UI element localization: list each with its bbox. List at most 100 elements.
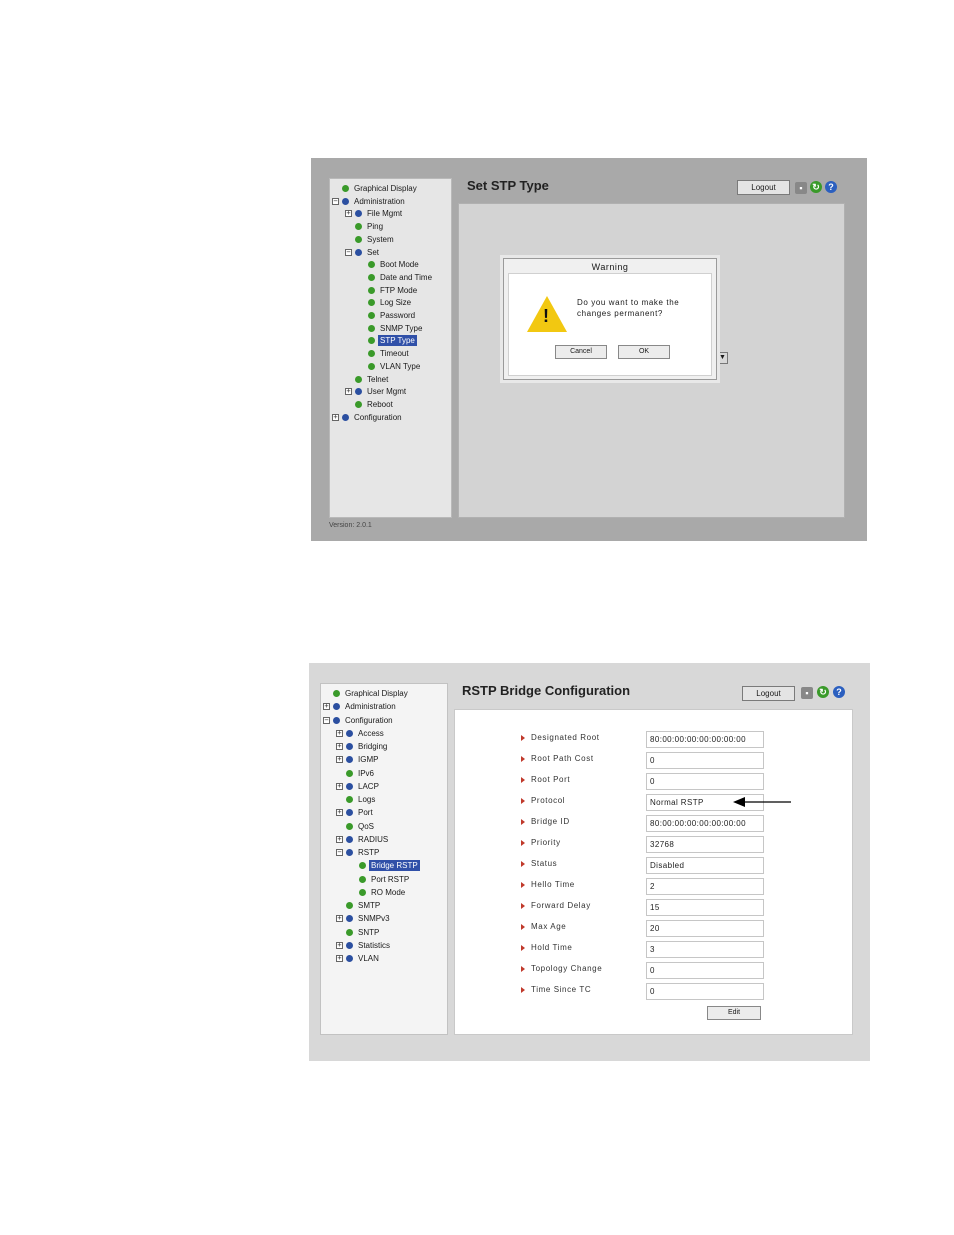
collapse-icon[interactable]: −	[332, 197, 339, 205]
tree-item-label: Configuration	[354, 412, 402, 422]
tree-item-radius[interactable]: + RADIUS	[336, 834, 390, 845]
expand-icon[interactable]: +	[336, 955, 343, 962]
logout-button[interactable]: Logout	[737, 180, 790, 195]
folder-icon	[346, 743, 353, 750]
expand-icon[interactable]: +	[336, 809, 343, 817]
tree-item-graphical-display[interactable]: Graphical Display	[323, 688, 410, 699]
tree-item-telnet[interactable]: Telnet	[345, 374, 390, 385]
expand-icon[interactable]: +	[345, 210, 352, 218]
tree-item-smtp[interactable]: SMTP	[336, 900, 382, 911]
page-icon	[368, 299, 375, 307]
expand-icon[interactable]: +	[336, 756, 343, 764]
save-icon[interactable]: ▪	[795, 182, 807, 194]
tree-item-configuration[interactable]: + Configuration	[332, 412, 404, 423]
expand-icon[interactable]: +	[336, 782, 343, 790]
tree-item-label: VLAN Type	[380, 361, 421, 371]
field-row-time-since-tc: Time Since TC 0	[521, 983, 781, 1000]
field-row-root-path-cost: Root Path Cost 0	[521, 752, 781, 769]
bullet-icon	[521, 840, 525, 846]
tree-item-bridging[interactable]: + Bridging	[336, 741, 389, 752]
logout-button[interactable]: Logout	[742, 686, 795, 701]
help-icon[interactable]: ?	[833, 686, 845, 698]
tree-item-label: LACP	[358, 781, 379, 791]
expand-icon[interactable]: +	[336, 729, 343, 737]
tree-item-administration[interactable]: + Administration	[323, 701, 398, 712]
tree-item-qos[interactable]: QoS	[336, 821, 376, 832]
tree-item-igmp[interactable]: + IGMP	[336, 754, 380, 765]
tree-item-reboot[interactable]: Reboot	[345, 399, 395, 410]
tree-item-ro-mode[interactable]: RO Mode	[349, 887, 407, 898]
tree-item-rstp[interactable]: − RSTP	[336, 847, 381, 858]
tree-item-administration[interactable]: − Administration	[332, 196, 407, 207]
tree-item-label: Date and Time	[380, 272, 433, 282]
field-label: Hello Time	[531, 880, 575, 889]
tree-item-configuration[interactable]: − Configuration	[323, 715, 395, 726]
expand-icon[interactable]: +	[332, 413, 339, 421]
tree-item-set[interactable]: − Set	[345, 247, 381, 258]
bullet-icon	[521, 756, 525, 762]
collapse-icon[interactable]: −	[345, 248, 352, 256]
collapse-icon[interactable]: −	[336, 849, 343, 856]
bullet-icon	[521, 798, 525, 804]
tree-item-label: Configuration	[345, 715, 393, 725]
tree-item-ping[interactable]: Ping	[345, 221, 385, 232]
tree-item-statistics[interactable]: + Statistics	[336, 940, 392, 951]
help-icon[interactable]: ?	[825, 181, 837, 193]
field-row-forward-delay: Forward Delay 15	[521, 899, 781, 916]
field-label: Hold Time	[531, 943, 573, 952]
folder-icon	[346, 756, 353, 764]
tree-item-graphical-display[interactable]: Graphical Display	[332, 183, 419, 194]
tree-item-vlan-type[interactable]: VLAN Type	[358, 361, 422, 372]
expand-icon[interactable]: +	[336, 915, 343, 923]
tree-item-ftp-mode[interactable]: FTP Mode	[358, 285, 419, 296]
collapse-icon[interactable]: −	[323, 716, 330, 724]
page-icon	[355, 223, 362, 231]
tree-item-snmp-type[interactable]: SNMP Type	[358, 323, 424, 334]
expand-icon[interactable]: +	[336, 835, 343, 843]
tree-item-stp-type[interactable]: STP Type	[358, 335, 417, 347]
expand-icon[interactable]: +	[323, 703, 330, 711]
tree-item-user-mgmt[interactable]: + User Mgmt	[345, 386, 408, 397]
field-label: Root Path Cost	[531, 754, 594, 763]
tree-item-timeout[interactable]: Timeout	[358, 348, 411, 359]
bullet-icon	[521, 966, 525, 972]
bullet-icon	[521, 777, 525, 783]
tree-item-ipv6[interactable]: IPv6	[336, 768, 376, 779]
tree-item-port[interactable]: + Port	[336, 807, 375, 818]
field-value: 0	[646, 962, 764, 979]
field-value: 0	[646, 752, 764, 769]
expand-icon[interactable]: +	[336, 743, 343, 750]
folder-icon	[346, 915, 353, 923]
tree-item-boot-mode[interactable]: Boot Mode	[358, 259, 421, 270]
field-value: 0	[646, 983, 764, 1000]
field-label: Forward Delay	[531, 901, 591, 910]
tree-item-access[interactable]: + Access	[336, 728, 386, 739]
tree-item-date-and-time[interactable]: Date and Time	[358, 272, 434, 283]
tree-item-vlan[interactable]: + VLAN	[336, 953, 381, 964]
dropdown-arrow-icon[interactable]: ▼	[717, 352, 728, 364]
page-title: Set STP Type	[467, 178, 549, 193]
tree-item-password[interactable]: Password	[358, 310, 417, 321]
tree-item-bridge-rstp[interactable]: Bridge RSTP	[349, 860, 420, 872]
tree-item-label: Timeout	[380, 349, 409, 359]
edit-button[interactable]: Edit	[707, 1006, 761, 1020]
tree-item-sntp[interactable]: SNTP	[336, 927, 381, 938]
tree-item-file-mgmt[interactable]: + File Mgmt	[345, 208, 404, 219]
save-icon[interactable]: ▪	[801, 687, 813, 699]
refresh-icon[interactable]: ↻	[817, 686, 829, 698]
tree-item-logs[interactable]: Logs	[336, 794, 377, 805]
field-row-hello-time: Hello Time 2	[521, 878, 781, 895]
expand-icon[interactable]: +	[336, 941, 343, 949]
tree-item-label: Access	[358, 728, 384, 738]
refresh-icon[interactable]: ↻	[810, 181, 822, 193]
ok-button[interactable]: OK	[618, 345, 670, 359]
expand-icon[interactable]: +	[345, 388, 352, 396]
bullet-icon	[521, 819, 525, 825]
field-label: Designated Root	[531, 733, 600, 742]
tree-item-port-rstp[interactable]: Port RSTP	[349, 874, 411, 885]
tree-item-snmpv3[interactable]: + SNMPv3	[336, 913, 392, 924]
tree-item-lacp[interactable]: + LACP	[336, 781, 381, 792]
tree-item-system[interactable]: System	[345, 234, 396, 245]
cancel-button[interactable]: Cancel	[555, 345, 607, 359]
tree-item-log-size[interactable]: Log Size	[358, 297, 413, 308]
